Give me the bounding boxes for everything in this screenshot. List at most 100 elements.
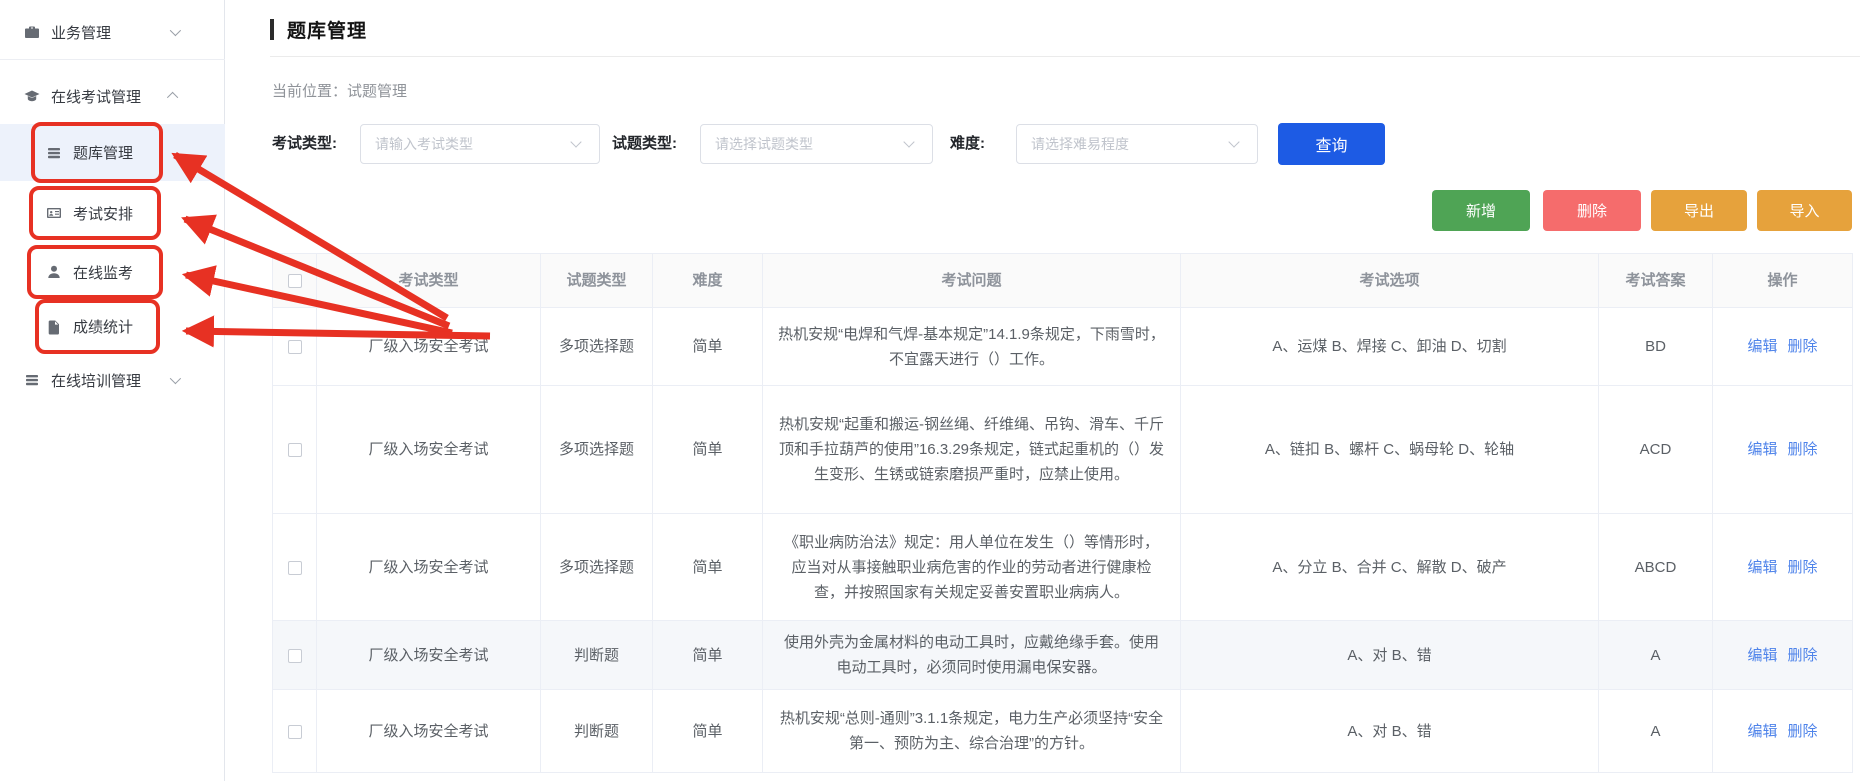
list-icon [46, 145, 62, 161]
id-card-icon [46, 205, 62, 221]
add-button[interactable]: 新增 [1432, 190, 1530, 231]
cell-difficulty: 简单 [653, 514, 763, 621]
cell-options: A、对 B、错 [1181, 621, 1599, 690]
cell-options: A、对 B、错 [1181, 690, 1599, 773]
col-question-type: 试题类型 [541, 254, 653, 308]
query-button[interactable]: 查询 [1278, 123, 1385, 165]
sidebar-item-exam-schedule[interactable]: 考试安排 [0, 188, 225, 238]
delete-link[interactable]: 删除 [1788, 647, 1818, 664]
export-button[interactable]: 导出 [1651, 190, 1747, 231]
sidebar-item-label: 在线考试管理 [51, 86, 141, 107]
table-row: 厂级入场安全考试 判断题 简单 使用外壳为金属材料的电动工具时，应戴绝缘手套。使… [273, 621, 1853, 690]
chevron-down-icon [170, 373, 181, 384]
select-all-cell [273, 254, 317, 308]
cell-answer: A [1599, 690, 1713, 773]
chevron-up-icon [167, 92, 178, 103]
question-table: 考试类型 试题类型 难度 考试问题 考试选项 考试答案 操作 厂级入场安全考试 … [272, 253, 1853, 773]
edit-link[interactable]: 编辑 [1747, 441, 1777, 458]
edit-link[interactable]: 编辑 [1747, 559, 1777, 576]
cell-exam-type: 厂级入场安全考试 [317, 514, 541, 621]
question-type-select[interactable] [700, 124, 933, 164]
cell-options: A、运煤 B、焊接 C、卸油 D、切割 [1181, 308, 1599, 386]
sidebar-item-online-exam-mgmt[interactable]: 在线考试管理 [0, 74, 225, 118]
col-difficulty: 难度 [653, 254, 763, 308]
delete-link[interactable]: 删除 [1788, 723, 1818, 740]
sidebar-item-label: 在线培训管理 [51, 370, 141, 391]
col-exam-type: 考试类型 [317, 254, 541, 308]
delete-link[interactable]: 删除 [1788, 559, 1818, 576]
cell-exam-type: 厂级入场安全考试 [317, 386, 541, 514]
delete-button[interactable]: 删除 [1543, 190, 1641, 231]
select-all-checkbox[interactable] [288, 274, 302, 288]
table-row: 厂级入场安全考试 多项选择题 简单 《职业病防治法》规定：用人单位在发生（）等情… [273, 514, 1853, 621]
table-row: 厂级入场安全考试 多项选择题 简单 热机安规“电焊和气焊-基本规定”14.1.9… [273, 308, 1853, 386]
cell-answer: ACD [1599, 386, 1713, 514]
filter-label-exam-type: 考试类型: [272, 123, 337, 165]
cell-question-type: 判断题 [541, 690, 653, 773]
import-button[interactable]: 导入 [1757, 190, 1852, 231]
cell-answer: A [1599, 621, 1713, 690]
delete-link[interactable]: 删除 [1788, 338, 1818, 355]
document-icon [46, 319, 62, 335]
sidebar: 业务管理 在线考试管理 题库管理 考试安排 在线监考 成绩统计 [0, 0, 225, 781]
cell-exam-type: 厂级入场安全考试 [317, 308, 541, 386]
sidebar-item-online-proctor[interactable]: 在线监考 [0, 247, 225, 297]
sidebar-item-online-training-mgmt[interactable]: 在线培训管理 [0, 358, 225, 402]
graduation-cap-icon [24, 88, 40, 104]
sidebar-item-label: 成绩统计 [73, 316, 133, 337]
user-icon [46, 264, 62, 280]
filter-label-difficulty: 难度: [950, 123, 985, 165]
edit-link[interactable]: 编辑 [1747, 723, 1777, 740]
sidebar-item-label: 题库管理 [73, 142, 133, 163]
cell-answer: ABCD [1599, 514, 1713, 621]
sidebar-item-label: 业务管理 [51, 22, 111, 43]
exam-type-select[interactable] [360, 124, 600, 164]
cell-options: A、链扣 B、螺杆 C、蜗母轮 D、轮轴 [1181, 386, 1599, 514]
difficulty-select[interactable] [1016, 124, 1258, 164]
row-checkbox[interactable] [288, 649, 302, 663]
page-title-block: 题库管理 [270, 16, 367, 43]
sidebar-item-label: 在线监考 [73, 262, 133, 283]
cell-exam-type: 厂级入场安全考试 [317, 690, 541, 773]
cell-exam-type: 厂级入场安全考试 [317, 621, 541, 690]
title-divider [270, 56, 1860, 57]
cell-question-type: 多项选择题 [541, 386, 653, 514]
col-question: 考试问题 [763, 254, 1181, 308]
delete-link[interactable]: 删除 [1788, 441, 1818, 458]
cell-difficulty: 简单 [653, 386, 763, 514]
sidebar-divider [0, 59, 225, 60]
table-row: 厂级入场安全考试 多项选择题 简单 热机安规“起重和搬运-钢丝绳、纤维绳、吊钩、… [273, 386, 1853, 514]
edit-link[interactable]: 编辑 [1747, 338, 1777, 355]
chevron-down-icon [170, 25, 181, 36]
col-options: 考试选项 [1181, 254, 1599, 308]
cell-difficulty: 简单 [653, 308, 763, 386]
cell-difficulty: 简单 [653, 621, 763, 690]
sidebar-item-label: 考试安排 [73, 203, 133, 224]
row-checkbox[interactable] [288, 443, 302, 457]
sidebar-item-score-stats[interactable]: 成绩统计 [0, 301, 225, 352]
sidebar-item-business-mgmt[interactable]: 业务管理 [0, 10, 225, 54]
page-title: 题库管理 [287, 16, 367, 43]
row-checkbox[interactable] [288, 561, 302, 575]
cell-question-type: 多项选择题 [541, 514, 653, 621]
cell-difficulty: 简单 [653, 690, 763, 773]
title-accent-bar [270, 19, 274, 40]
briefcase-icon [24, 24, 40, 40]
table-header-row: 考试类型 试题类型 难度 考试问题 考试选项 考试答案 操作 [273, 254, 1853, 308]
filter-label-question-type: 试题类型: [612, 123, 677, 165]
row-checkbox[interactable] [288, 725, 302, 739]
col-answer: 考试答案 [1599, 254, 1713, 308]
sidebar-item-question-bank[interactable]: 题库管理 [0, 124, 225, 181]
breadcrumb: 当前位置：试题管理 [272, 80, 407, 101]
cell-question-type: 判断题 [541, 621, 653, 690]
cell-question: 热机安规“电焊和气焊-基本规定”14.1.9条规定，下雨雪时，不宜露天进行（）工… [763, 308, 1181, 386]
table-row: 厂级入场安全考试 判断题 简单 热机安规“总则-通则”3.1.1条规定，电力生产… [273, 690, 1853, 773]
cell-question: 使用外壳为金属材料的电动工具时，应戴绝缘手套。使用电动工具时，必须同时使用漏电保… [763, 621, 1181, 690]
edit-link[interactable]: 编辑 [1747, 647, 1777, 664]
cell-question: 热机安规“起重和搬运-钢丝绳、纤维绳、吊钩、滑车、千斤顶和手拉葫芦的使用”16.… [763, 386, 1181, 514]
cell-question: 《职业病防治法》规定：用人单位在发生（）等情形时，应当对从事接触职业病危害的作业… [763, 514, 1181, 621]
cell-answer: BD [1599, 308, 1713, 386]
col-actions: 操作 [1713, 254, 1853, 308]
list-icon [24, 372, 40, 388]
row-checkbox[interactable] [288, 340, 302, 354]
